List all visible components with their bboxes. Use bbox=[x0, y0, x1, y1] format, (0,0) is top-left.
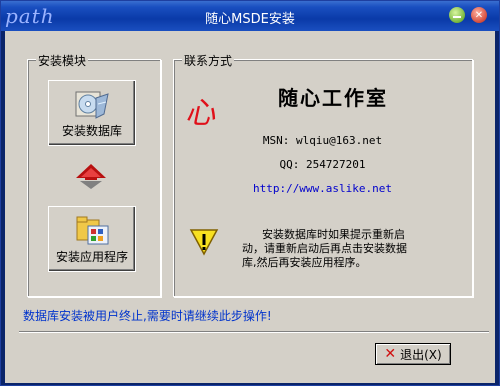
contact-info-group: 联系方式 心 随心工作室 MSN: wlqiu@163.net QQ: 2547… bbox=[173, 52, 473, 297]
website-link[interactable]: http://www.aslike.net bbox=[174, 182, 471, 195]
exit-button[interactable]: ✕ 退出(X) bbox=[375, 343, 451, 365]
install-application-label: 安装应用程序 bbox=[55, 250, 128, 264]
down-arrow-icon bbox=[76, 164, 106, 189]
window-title: 随心MSDE安装 bbox=[205, 12, 295, 27]
warning-icon bbox=[189, 229, 219, 256]
minimize-button[interactable] bbox=[449, 7, 465, 23]
install-database-label: 安装数据库 bbox=[61, 124, 122, 138]
install-note: 安装数据库时如果提示重新启动，请重新启动后再点击安装数据库,然后再安装应用程序。 bbox=[242, 228, 407, 269]
exit-label: 退出(X) bbox=[400, 347, 442, 362]
application-install-icon bbox=[76, 216, 109, 245]
qq-contact: QQ: 254727201 bbox=[279, 158, 366, 171]
studio-logo: 心 bbox=[183, 96, 221, 131]
title-bar[interactable]: path 随心MSDE安装 ✕ bbox=[1, 1, 499, 31]
install-module-title: 安装模块 bbox=[36, 52, 89, 69]
database-install-icon bbox=[75, 91, 109, 119]
close-icon: ✕ bbox=[384, 346, 397, 362]
client-area: 安装模块 安装数据库 安装应用程序 联系方式 心 随心工作室 MSN: wlqi… bbox=[5, 31, 495, 383]
close-icon: ✕ bbox=[474, 9, 484, 21]
status-message: 数据库安装被用户终止,需要时请继续此步操作! bbox=[23, 309, 272, 323]
install-module-group: 安装模块 安装数据库 安装应用程序 bbox=[27, 52, 161, 297]
studio-name: 随心工作室 bbox=[278, 86, 388, 110]
install-database-button[interactable]: 安装数据库 bbox=[48, 80, 136, 146]
minimize-icon bbox=[453, 16, 461, 18]
msn-contact: MSN: wlqiu@163.net bbox=[262, 134, 383, 147]
main-window: path 随心MSDE安装 ✕ 安装模块 安装数据库 安装应用程序 联系方式 心… bbox=[0, 0, 500, 386]
contact-info-title: 联系方式 bbox=[182, 52, 235, 69]
separator bbox=[19, 331, 489, 333]
close-button[interactable]: ✕ bbox=[471, 7, 487, 23]
install-application-button[interactable]: 安装应用程序 bbox=[48, 206, 136, 272]
